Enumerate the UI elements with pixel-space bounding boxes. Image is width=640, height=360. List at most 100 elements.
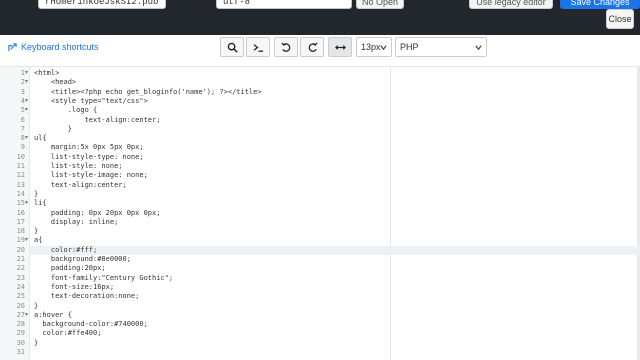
code-line[interactable]: text-align:center; (34, 181, 127, 190)
line-number: 27 (16, 310, 25, 319)
line-number: 12 (16, 171, 25, 180)
line-number: 29 (16, 329, 25, 338)
line-number: 31 (16, 348, 25, 356)
code-line[interactable]: a{ (34, 236, 42, 245)
filename-field[interactable]: rHomerinkoeJskSI2.pub (38, 0, 166, 9)
fold-toggle-icon[interactable]: ▾ (25, 199, 30, 208)
line-number: 21 (16, 255, 25, 263)
code-line[interactable]: display: inline; (34, 218, 118, 227)
code-line[interactable]: text-align:center; (34, 116, 161, 125)
code-editor[interactable]: 1 ▾ <html> 2 ▾ <head> 3 <title><?php echo get… (0, 66, 640, 360)
undo-button[interactable] (274, 37, 298, 57)
line-number: 23 (16, 273, 25, 282)
fold-toggle-icon[interactable]: ▾ (25, 236, 30, 245)
code-line[interactable]: <title><?php echo get_bloginfo('name'); … (34, 88, 262, 97)
code-line[interactable]: background:#8e0000; (34, 255, 131, 264)
wrap-toggle-button[interactable] (328, 37, 352, 57)
code-line[interactable]: background-color:#740000; (34, 320, 147, 329)
code-line[interactable]: li{ (34, 199, 47, 208)
legacy-editor-button[interactable]: Use legacy editor (469, 0, 553, 9)
code-line[interactable]: a:hover { (34, 311, 72, 320)
code-line[interactable]: } (34, 190, 38, 199)
encoding-label (172, 0, 212, 8)
line-number: 10 (16, 152, 25, 161)
line-number: 4 (20, 96, 25, 105)
line-number: 8 (20, 134, 25, 143)
save-changes-button[interactable]: Save Changes (560, 0, 640, 9)
line-number: 6 (20, 115, 25, 124)
print-margin (390, 67, 391, 360)
line-number: 14 (16, 189, 25, 198)
code-line[interactable]: <style type="text/css"> (34, 97, 148, 106)
code-line[interactable]: } (34, 227, 38, 236)
code-line[interactable]: padding:20px; (34, 264, 106, 273)
code-line[interactable]: list-style-image: none; (34, 171, 148, 180)
undo-icon (280, 42, 290, 52)
top-header: rHomerinkoeJskSI2.pub utf-8 No Open Use … (0, 0, 640, 35)
active-line-highlight (30, 245, 640, 255)
line-number: 7 (20, 124, 25, 133)
code-line[interactable]: color:#ffe400; (34, 329, 101, 338)
code-line[interactable]: } (34, 339, 38, 348)
filename-label (0, 0, 30, 8)
fold-toggle-icon[interactable]: ▾ (25, 78, 30, 87)
line-number: 2 (20, 78, 25, 87)
chevron-down-icon (475, 45, 482, 51)
close-button[interactable]: Close (606, 9, 634, 29)
line-number: 28 (16, 320, 25, 329)
line-number: 9 (20, 143, 25, 152)
code-line[interactable]: } (34, 125, 72, 134)
code-line[interactable]: margin:5x 0px 5px 0px; (34, 143, 144, 152)
code-line[interactable]: } (34, 302, 38, 311)
line-number: 26 (16, 301, 25, 310)
keyboard-shortcuts-link[interactable]: Keyboard shortcuts (8, 42, 99, 52)
code-line[interactable]: color:#fff; (34, 246, 97, 255)
redo-button[interactable] (300, 37, 324, 57)
chevron-down-icon (380, 45, 387, 51)
search-button[interactable] (220, 37, 244, 57)
fold-toggle-icon[interactable]: ▾ (25, 106, 30, 115)
mode-value: PHP (400, 42, 419, 52)
fold-toggle-icon[interactable]: ▾ (25, 134, 30, 143)
mode-select[interactable]: PHP (395, 37, 487, 57)
line-number: 18 (16, 227, 25, 236)
line-number: 22 (16, 264, 25, 273)
line-number: 25 (16, 292, 25, 301)
line-number: 1 (20, 69, 25, 77)
keyboard-shortcuts-label: Keyboard shortcuts (21, 42, 99, 52)
code-line[interactable]: <head> (34, 78, 76, 87)
code-line[interactable]: <html> (34, 69, 59, 78)
line-number: 5 (20, 106, 25, 115)
line-number: 24 (16, 282, 25, 291)
code-line[interactable]: text-decoration:none; (34, 292, 140, 301)
fold-toggle-icon[interactable]: ▾ (25, 311, 30, 320)
code-line[interactable]: font-size:16px; (34, 283, 114, 292)
line-number: 20 (16, 245, 25, 254)
code-line[interactable]: font-family:"Century Gothic"; (34, 274, 173, 283)
line-number: 11 (16, 162, 25, 170)
code-line[interactable]: padding: 0px 20px 0px 0px; (34, 209, 161, 218)
code-line[interactable]: .logo { (34, 106, 98, 115)
fold-toggle-icon[interactable]: ▾ (25, 69, 30, 78)
terminal-icon (253, 43, 263, 52)
keyboard-icon (8, 42, 17, 51)
line-number: 16 (16, 208, 25, 217)
search-icon (227, 42, 238, 53)
terminal-button[interactable] (246, 37, 270, 57)
font-size-value: 13px (361, 42, 381, 52)
no-open-button[interactable]: No Open (356, 0, 404, 9)
code-line[interactable]: list-style: none; (34, 162, 123, 171)
wrap-icon (334, 44, 346, 50)
line-number: 3 (20, 87, 25, 96)
code-line[interactable]: ul{ (34, 134, 47, 143)
line-number: 13 (16, 180, 25, 189)
line-number: 30 (16, 338, 25, 347)
line-number: 17 (16, 217, 25, 226)
line-number: 15 (16, 199, 25, 208)
redo-icon (308, 42, 318, 52)
fold-toggle-icon[interactable]: ▾ (25, 97, 30, 106)
encoding-field[interactable]: utf-8 (216, 0, 352, 9)
font-size-select[interactable]: 13px (356, 37, 392, 57)
code-line[interactable]: list-style-type: none; (34, 153, 144, 162)
line-number: 19 (16, 236, 25, 245)
